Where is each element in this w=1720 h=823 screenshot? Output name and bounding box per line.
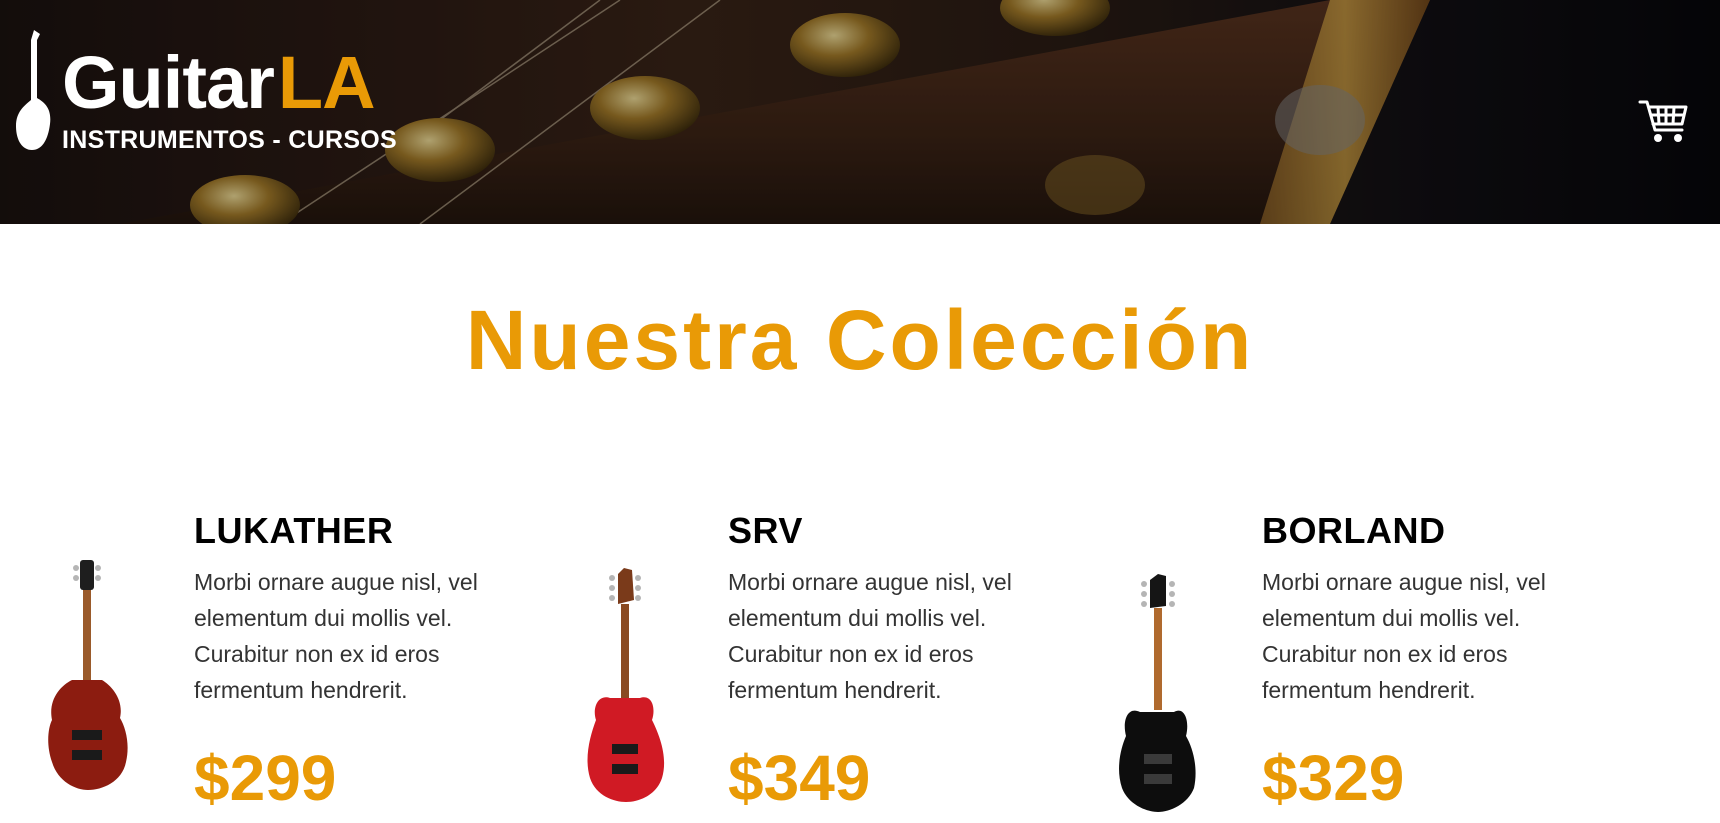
page-title: Nuestra Colección bbox=[465, 293, 1255, 387]
product-description: Morbi ornare augue nisl, vel elementum d… bbox=[194, 569, 478, 703]
guitar-logo-icon bbox=[16, 30, 51, 150]
guitar-image[interactable] bbox=[0, 500, 150, 823]
site-header: GuitarLA INSTRUMENTOS - CURSOS bbox=[0, 0, 1720, 224]
product-card: SRV Morbi ornare augue nisl, vel element… bbox=[534, 500, 1054, 823]
product-description: Morbi ornare augue nisl, vel elementum d… bbox=[1262, 569, 1546, 703]
guitar-image[interactable] bbox=[534, 500, 684, 823]
site-logo[interactable]: GuitarLA INSTRUMENTOS - CURSOS bbox=[14, 28, 434, 158]
product-name: SRV bbox=[728, 510, 803, 551]
logo-title-main: Guitar bbox=[62, 41, 275, 124]
product-price: $299 bbox=[194, 742, 337, 814]
product-name: LUKATHER bbox=[194, 510, 394, 551]
product-name: BORLAND bbox=[1262, 510, 1446, 551]
product-price: $329 bbox=[1262, 742, 1405, 814]
product-description: Morbi ornare augue nisl, vel elementum d… bbox=[728, 569, 1012, 703]
product-price: $349 bbox=[728, 742, 871, 814]
product-card: BORLAND Morbi ornare augue nisl, vel ele… bbox=[1068, 500, 1588, 823]
guitar-image[interactable] bbox=[1068, 500, 1218, 823]
logo-subtitle: INSTRUMENTOS - CURSOS bbox=[62, 126, 398, 154]
product-card: LUKATHER Morbi ornare augue nisl, vel el… bbox=[0, 500, 520, 823]
shopping-cart-icon[interactable] bbox=[1638, 98, 1690, 144]
logo-title-accent: LA bbox=[277, 41, 376, 124]
logo-title: GuitarLA bbox=[62, 46, 376, 120]
